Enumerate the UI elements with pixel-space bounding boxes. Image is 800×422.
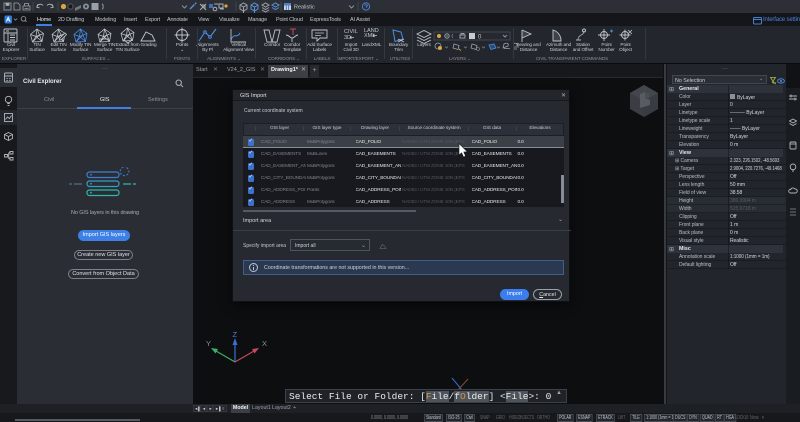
- svg-text:X: X: [262, 339, 267, 348]
- svg-text:►: ►: [209, 406, 213, 411]
- svg-text:Y: Y: [206, 339, 211, 348]
- svg-text:Realistic: Realistic: [294, 5, 315, 11]
- svg-text:Z: Z: [233, 330, 238, 339]
- svg-text:◄: ◄: [202, 406, 206, 411]
